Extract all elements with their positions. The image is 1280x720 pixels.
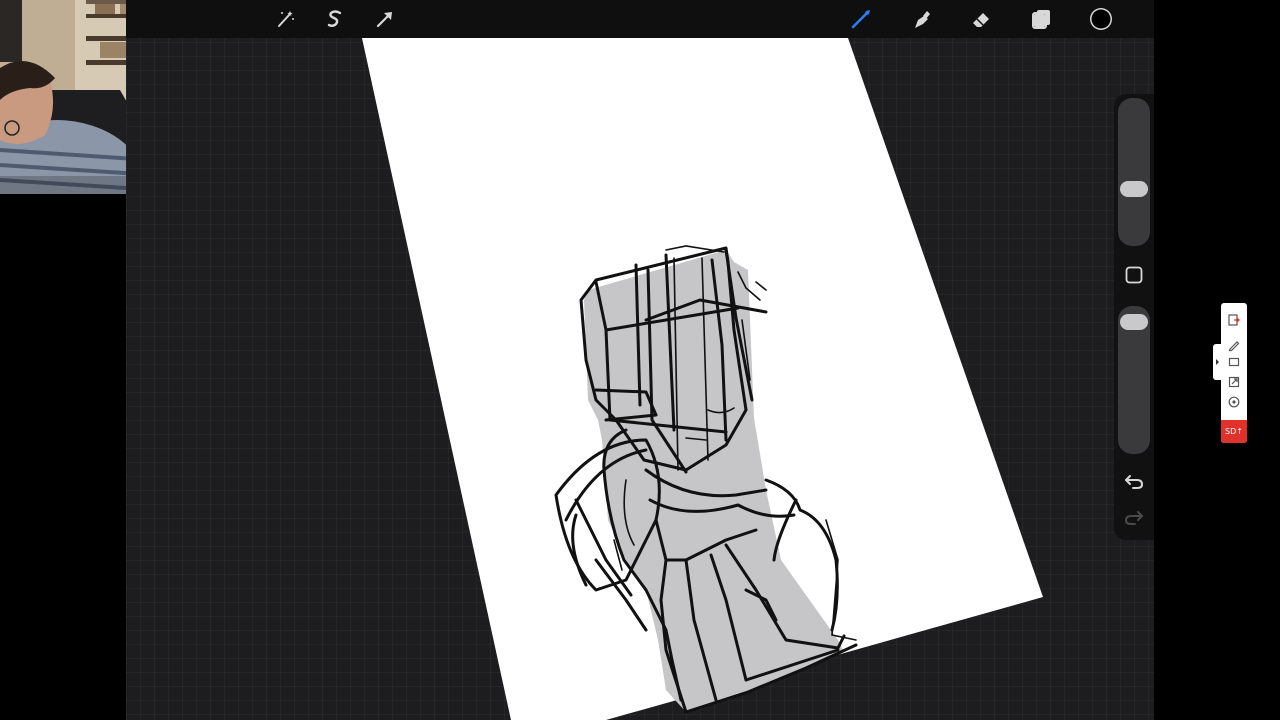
side-toolbar xyxy=(1114,94,1154,540)
redo-icon xyxy=(1124,511,1143,525)
selection-button[interactable] xyxy=(320,4,350,34)
undo-icon xyxy=(1125,475,1144,489)
share-icon xyxy=(1228,314,1240,326)
brush-icon xyxy=(851,10,870,29)
selection-icon xyxy=(327,10,342,27)
recorder-badge[interactable]: SD↑ xyxy=(1221,420,1247,443)
record-button[interactable] xyxy=(1227,394,1241,408)
top-toolbar xyxy=(126,0,1154,38)
brush-size-slider[interactable] xyxy=(1118,98,1150,246)
eraser-button[interactable] xyxy=(966,4,996,34)
layers-button[interactable] xyxy=(1026,4,1056,34)
undo-button[interactable] xyxy=(1123,470,1145,492)
rectangle-button[interactable] xyxy=(1227,354,1241,368)
color-swatch xyxy=(1090,8,1112,30)
resize-icon xyxy=(1228,376,1240,388)
square-icon xyxy=(1125,266,1143,284)
redo-button[interactable] xyxy=(1123,506,1145,528)
modify-button[interactable] xyxy=(1125,266,1143,284)
upload-arrow-icon: ↑ xyxy=(1236,427,1243,436)
opacity-thumb[interactable] xyxy=(1120,314,1148,331)
eraser-icon xyxy=(973,13,989,27)
recording-toolbar: SD↑ xyxy=(1221,303,1247,443)
procreate-app xyxy=(126,0,1154,720)
opacity-slider[interactable] xyxy=(1118,306,1150,454)
brush-size-thumb[interactable] xyxy=(1120,180,1148,197)
color-button[interactable] xyxy=(1086,4,1116,34)
smudge-icon xyxy=(915,11,930,28)
transform-button[interactable] xyxy=(370,4,400,34)
pen-button[interactable] xyxy=(1227,337,1241,352)
recorder-badge-label: SD xyxy=(1225,427,1237,436)
drawing-canvas[interactable] xyxy=(126,0,1154,720)
adjustments-icon xyxy=(278,11,294,27)
record-icon xyxy=(1228,396,1240,408)
layers-icon xyxy=(1032,10,1050,29)
brush-button[interactable] xyxy=(846,4,876,34)
transform-icon xyxy=(376,12,392,28)
share-button[interactable] xyxy=(1227,312,1241,326)
rectangle-icon xyxy=(1228,357,1240,367)
smudge-button[interactable] xyxy=(906,4,936,34)
adjustments-button[interactable] xyxy=(270,4,300,34)
pen-icon xyxy=(1228,341,1240,352)
resize-button[interactable] xyxy=(1227,374,1241,388)
